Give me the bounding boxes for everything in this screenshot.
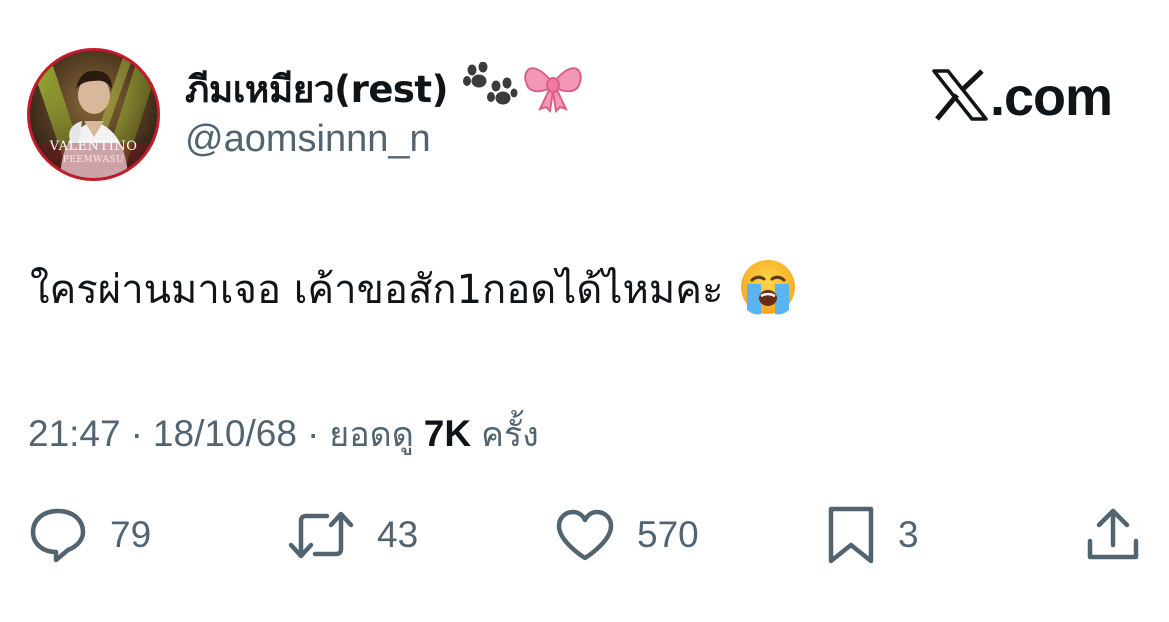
heart-icon xyxy=(555,508,615,562)
like-count: 570 xyxy=(637,514,699,555)
username-handle[interactable]: @aomsinnn_n xyxy=(185,118,431,161)
repost-count: 43 xyxy=(377,514,419,555)
bookmark-button[interactable]: 3 xyxy=(826,505,919,565)
avatar-caption-line2: PEEMWASU xyxy=(62,155,125,165)
tweet-meta: 21:47 · 18/10/68 · ยอดดู 7K ครั้ง xyxy=(28,408,539,460)
tweet-text: ใครผ่านมาเจอ เค้าขอสัก1กอดได้ไหมคะ xyxy=(30,267,724,313)
ribbon-icon xyxy=(524,61,582,117)
tweet-time[interactable]: 21:47 xyxy=(28,413,121,455)
like-button[interactable]: 570 xyxy=(555,505,699,565)
avatar-caption-line1: VALENTINO xyxy=(49,139,138,154)
display-name-row: ภีมเหมียว(rest) xyxy=(185,58,582,120)
loudly-crying-face-icon xyxy=(739,258,797,320)
share-button[interactable] xyxy=(1084,505,1142,565)
tweet-card: VALENTINO PEEMWASU ภีมเหมียว(rest) @aoms… xyxy=(0,0,1169,622)
avatar[interactable]: VALENTINO PEEMWASU xyxy=(27,48,160,181)
views-label: ยอดดู xyxy=(329,415,414,455)
meta-separator: · xyxy=(306,413,320,454)
x-com-logo: .com xyxy=(932,64,1113,130)
reply-icon xyxy=(28,506,88,564)
paw-prints-icon xyxy=(462,61,518,116)
views-count[interactable]: 7K xyxy=(424,413,471,455)
tweet-body: ใครผ่านมาเจอ เค้าขอสัก1กอดได้ไหมคะ xyxy=(30,254,797,324)
bookmark-count: 3 xyxy=(898,514,919,555)
share-icon xyxy=(1084,507,1142,563)
meta-separator: · xyxy=(130,413,143,454)
views-unit: ครั้ง xyxy=(481,415,539,455)
display-name[interactable]: ภีมเหมียว(rest) xyxy=(185,60,449,119)
tweet-date[interactable]: 18/10/68 xyxy=(153,413,297,455)
x-domain-text: .com xyxy=(990,67,1113,127)
x-logo-icon xyxy=(932,69,988,125)
reply-count: 79 xyxy=(110,514,152,555)
repost-button[interactable]: 43 xyxy=(287,505,418,565)
reply-button[interactable]: 79 xyxy=(28,505,151,565)
bookmark-icon xyxy=(826,505,876,565)
repost-icon xyxy=(287,507,355,563)
